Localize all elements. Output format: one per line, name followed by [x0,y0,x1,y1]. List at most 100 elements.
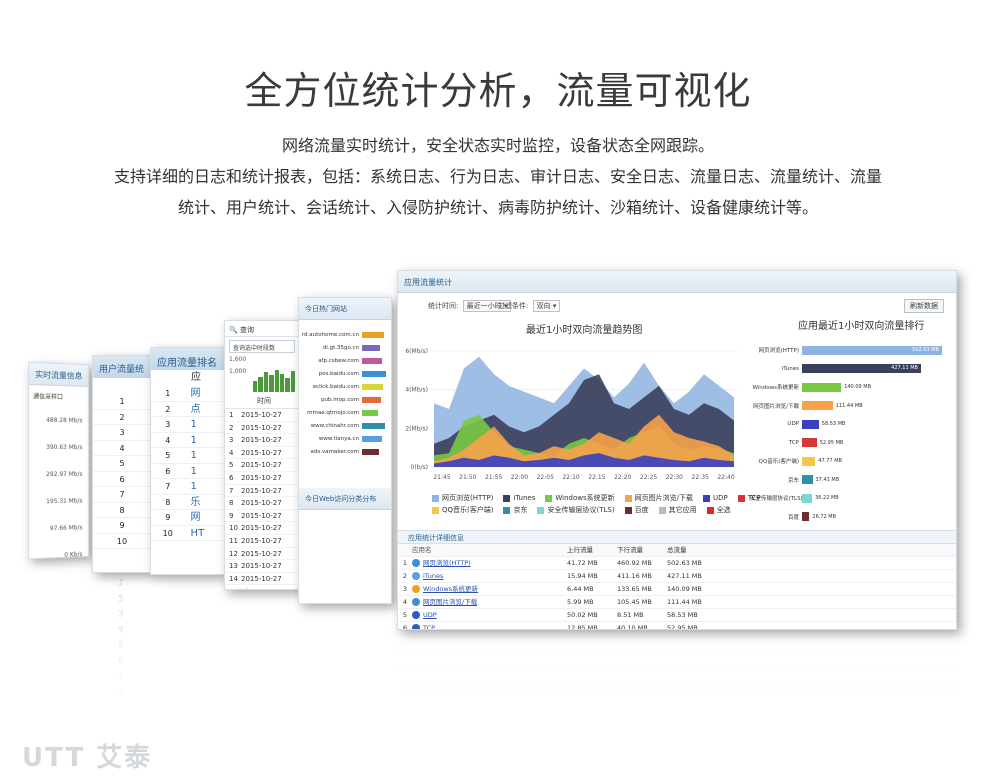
table-row[interactable]: 7 [151,479,185,495]
column-header: 应 [191,372,201,383]
table-row[interactable]: 13 2015-10-27 [225,560,299,573]
table-row[interactable]: 3 [151,417,185,433]
rank-row[interactable]: TCP 52.95 MB [750,434,950,453]
table-row[interactable]: 4 网页图片浏览/下载 5.99 MB 105.45 MB 111.44 MB [398,596,956,609]
app-name-link[interactable]: Windows系统更新 [412,583,567,595]
site-bar-row[interactable]: www.tianya.cn [299,432,391,445]
app-name-cell[interactable]: 点 [184,402,224,417]
row-time: 2015-10-27 [241,574,282,583]
app-name-cell[interactable]: 网 [184,510,224,526]
table-row[interactable]: 1 2015-10-27 [225,409,299,422]
table-row[interactable]: 5 [93,456,151,472]
app-name-cell[interactable]: 网 [184,386,224,402]
site-bar-row[interactable]: ads.vamaker.com [299,445,391,458]
table-row[interactable]: 10 [151,526,185,541]
rank-row[interactable]: QQ音乐(客户端) 47.77 MB [750,452,950,471]
site-bar-row[interactable]: di.gt.35go.cn [299,341,391,354]
table-row[interactable]: 2 [151,402,185,417]
site-bar-row[interactable]: mmae.qtmojo.com [299,406,391,419]
table-row[interactable]: 4 [151,433,185,448]
table-row[interactable]: 5 [151,448,185,464]
table-row[interactable]: 14 2015-10-27 [225,573,299,586]
row-number: 2 [402,572,408,580]
table-row[interactable]: 6 [93,472,151,487]
app-name-cell[interactable]: 1 [184,464,224,479]
table-row[interactable]: 4 2015-10-27 [225,447,299,460]
table-row[interactable]: 8 [93,503,151,518]
table-row[interactable]: 9 2015-10-27 [225,510,299,523]
table-row[interactable]: 2 2015-10-27 [225,422,299,435]
legend-item[interactable]: QQ音乐(客户端) [432,505,493,515]
refresh-button[interactable]: 刷新数据 [904,299,944,313]
table-row[interactable]: 1 网页浏览(HTTP) 41.72 MB 460.92 MB 502.63 MB [398,557,956,570]
app-name-cell[interactable]: HT [184,526,224,541]
legend-item[interactable]: 网页图片浏览/下载 [624,493,693,503]
app-icon [412,598,420,606]
legend-item[interactable]: Windows系统更新 [545,493,615,503]
app-name-link[interactable]: TCP [412,622,567,629]
table-row[interactable]: 1 [151,386,185,402]
table-row[interactable]: 6 2015-10-27 [225,472,299,485]
app-name-link[interactable]: 网页浏览(HTTP) [412,557,567,569]
table-row[interactable]: 2 iTunes 15.94 MB 411.16 MB 427.11 MB [398,570,956,583]
site-bar-row[interactable]: pos.baidu.com [299,367,391,380]
rank-row[interactable]: 网页图片浏览/下载 111.44 MB [750,397,950,416]
page-size-select[interactable]: 15 [229,588,238,589]
site-bar-row[interactable]: pub.mop.com [299,393,391,406]
app-name-cell[interactable]: 1 [184,479,224,495]
table-row[interactable]: 5 2015-10-27 [225,459,299,472]
table-row[interactable]: 5 UDP 50.02 MB 8.51 MB 58.53 MB [398,609,956,622]
app-name-cell[interactable]: 1 [184,448,224,464]
table-row[interactable]: 9 [93,518,151,534]
table-row[interactable]: 10 2015-10-27 [225,522,299,535]
hero-description: 网络流量实时统计，安全状态实时监控，设备状态全网跟踪。 支持详细的日志和统计报表… [40,130,956,223]
legend-item[interactable]: UDP [702,493,728,503]
table-row[interactable]: 6 [151,464,185,479]
query-period-button[interactable]: 查询选中时段数 [229,340,295,353]
legend-item[interactable]: 百度 [624,505,649,515]
table-row[interactable]: 7 [93,487,151,503]
table-row[interactable]: 3 2015-10-27 [225,434,299,447]
rank-row[interactable]: UDP 58.53 MB [750,415,950,434]
app-name-cell[interactable]: 1 [184,433,224,448]
app-name-link[interactable]: iTunes [412,570,567,582]
legend-item[interactable]: 安全传输层协议(TLS) [537,505,615,515]
legend-item[interactable]: 京东 [503,505,527,515]
rank-row[interactable]: 网页浏览(HTTP) 502.63 MB [750,341,950,360]
rank-row[interactable]: 京东 37.43 MB [750,471,950,490]
rank-row[interactable]: 安全传输层协议(TLS) 36.22 MB [750,489,950,508]
table-row[interactable]: 7 2015-10-27 [225,485,299,498]
table-row[interactable]: 9 [151,510,185,526]
table-row[interactable]: 8 2015-10-27 [225,497,299,510]
table-row[interactable]: 12 2015-10-27 [225,548,299,561]
table-row[interactable]: 3 Windows系统更新 6.44 MB 133.65 MB 140.09 MB [398,583,956,596]
table-row[interactable]: 4 [93,441,151,456]
legend-item[interactable]: 其它应用 [658,505,697,515]
legend-item[interactable]: 网页浏览(HTTP) [432,493,493,503]
site-bar-row[interactable]: afp.csbew.com [299,354,391,367]
pager[interactable]: 15 ▾ |◂ ◂ [225,585,299,589]
table-row[interactable]: 8 [151,495,185,510]
legend-item[interactable]: 全选 [706,505,731,515]
rank-row[interactable]: Windows系统更新 140.09 MB [750,378,950,397]
row-time: 2015-10-27 [241,511,282,520]
app-name-link[interactable]: 网页图片浏览/下载 [412,596,567,608]
pager-arrows[interactable]: ▾ |◂ ◂ [240,588,257,589]
table-row[interactable]: 11 2015-10-27 [225,535,299,548]
rank-row[interactable]: iTunes 427.11 MB [750,360,950,379]
table-row[interactable]: 1 [93,394,151,410]
app-name-link[interactable]: UDP [412,609,567,621]
table-row[interactable]: 2 [93,410,151,425]
table-row[interactable]: 3 [93,425,151,441]
table-row[interactable]: 6 TCP 12.85 MB 40.10 MB 52.95 MB [398,622,956,629]
site-bar-row[interactable]: eclick.baidu.com [299,380,391,393]
search-bar[interactable]: 🔍 查询 [225,321,299,337]
rank-row[interactable]: 百度 26.72 MB [750,508,950,527]
legend-item[interactable]: iTunes [503,493,535,503]
condition-filter-select[interactable]: 双向 ▾ [532,300,561,312]
table-row[interactable]: 10 [93,534,151,549]
app-name-cell[interactable]: 乐 [184,495,224,510]
app-name-cell[interactable]: 1 [184,417,224,433]
site-bar-row[interactable]: rd.autohome.com.cn [299,328,391,341]
site-bar-row[interactable]: www.chinahr.com [299,419,391,432]
